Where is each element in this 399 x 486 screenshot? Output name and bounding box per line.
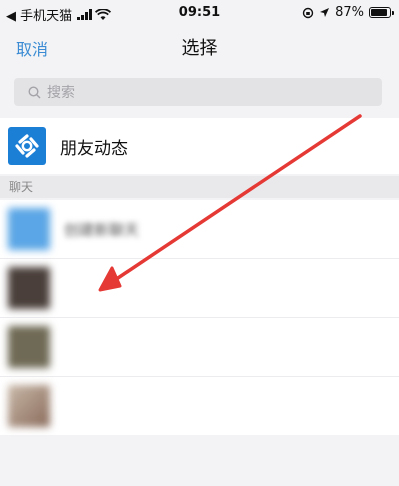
create-chat-avatar bbox=[8, 208, 50, 250]
avatar bbox=[8, 267, 50, 309]
page-title: 选择 bbox=[181, 38, 218, 59]
moments-row[interactable]: 朋友动态 bbox=[0, 118, 399, 174]
moments-icon bbox=[8, 127, 46, 165]
chat-name: 创建新聊天 bbox=[64, 220, 140, 239]
avatar bbox=[8, 326, 50, 368]
chat-row[interactable] bbox=[0, 318, 399, 377]
chat-list: 创建新聊天 bbox=[0, 200, 399, 435]
chat-row[interactable] bbox=[0, 377, 399, 435]
status-bar: ◀ 手机天猫 09:51 87% bbox=[0, 0, 399, 26]
share-select-screen: ◀ 手机天猫 09:51 87% 取消 选择 搜索 朋友动态 聊天 创建新聊天 bbox=[0, 0, 399, 486]
status-right: 87% bbox=[302, 5, 394, 20]
battery-percent: 87% bbox=[335, 5, 364, 20]
location-icon bbox=[320, 8, 330, 17]
rotation-lock-icon bbox=[302, 7, 314, 18]
chats-section-header: 聊天 bbox=[0, 176, 399, 198]
nav-bar: 取消 选择 bbox=[0, 26, 399, 68]
search-icon bbox=[28, 85, 41, 98]
avatar bbox=[8, 385, 50, 427]
chat-row[interactable] bbox=[0, 259, 399, 318]
battery-icon bbox=[369, 7, 394, 18]
chat-row-create-new[interactable]: 创建新聊天 bbox=[0, 200, 399, 259]
moments-label: 朋友动态 bbox=[60, 138, 128, 159]
search-input[interactable]: 搜索 bbox=[14, 78, 382, 106]
search-placeholder: 搜索 bbox=[47, 85, 75, 101]
